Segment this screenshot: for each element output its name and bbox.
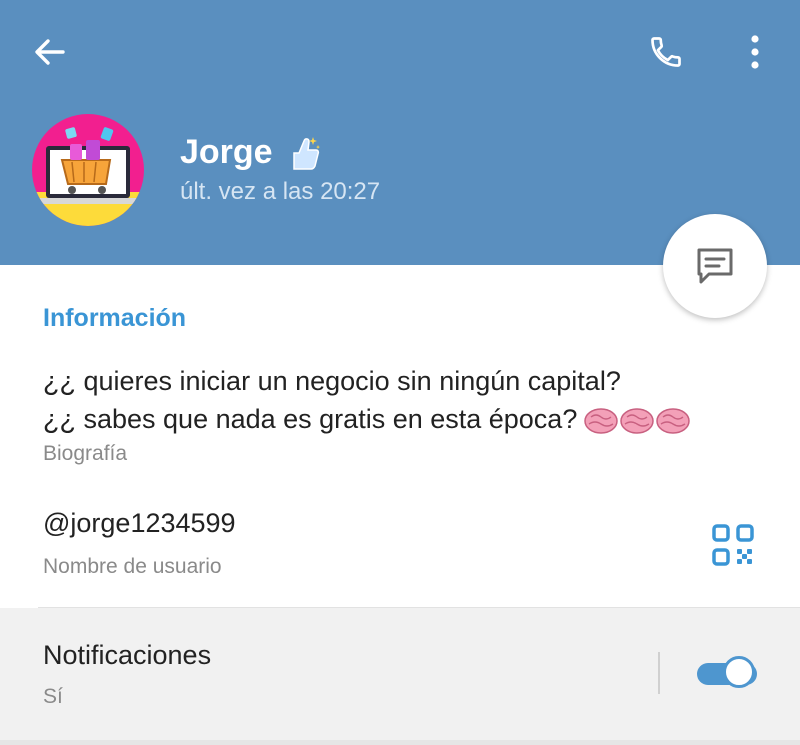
call-button[interactable]: [638, 26, 694, 78]
qr-code-button[interactable]: [710, 522, 756, 568]
contact-name-text: Jorge: [180, 133, 273, 171]
vertical-separator: [658, 652, 660, 694]
phone-icon: [651, 37, 681, 67]
info-section-title: Información: [43, 304, 187, 332]
bio-line-1: ¿¿ quieres iniciar un negocio sin ningún…: [43, 366, 621, 396]
bio-text[interactable]: ¿¿ quieres iniciar un negocio sin ningún…: [43, 362, 693, 438]
avatar[interactable]: [32, 114, 144, 226]
send-message-button[interactable]: [663, 214, 767, 318]
bottom-divider: [0, 740, 800, 745]
notifications-value: Sí: [43, 685, 63, 708]
shopping-cart-laptop-avatar: [32, 114, 144, 226]
brain-emoji: [583, 405, 693, 437]
bio-label: Biografía: [43, 442, 128, 465]
arrow-left-icon: [35, 39, 65, 65]
last-seen-status: últ. vez a las 20:27: [180, 178, 381, 205]
thumbs-up-sparkles-emoji: [287, 135, 321, 171]
back-button[interactable]: [22, 26, 78, 78]
message-icon: [697, 248, 733, 284]
notifications-toggle[interactable]: [695, 655, 761, 693]
qr-code-icon: [712, 524, 754, 566]
bio-line-2-text: ¿¿ sabes que nada es gratis en esta époc…: [43, 404, 578, 434]
username-value[interactable]: @jorge1234599: [43, 508, 236, 539]
contact-name: Jorge: [180, 133, 321, 172]
more-options-button[interactable]: [730, 26, 780, 78]
username-label: Nombre de usuario: [43, 555, 222, 578]
bio-line-2: ¿¿ sabes que nada es gratis en esta époc…: [43, 400, 693, 438]
notifications-title: Notificaciones: [43, 640, 212, 670]
toggle-thumb: [723, 656, 755, 688]
more-vertical-icon: [751, 35, 759, 69]
notifications-row[interactable]: [0, 608, 800, 745]
